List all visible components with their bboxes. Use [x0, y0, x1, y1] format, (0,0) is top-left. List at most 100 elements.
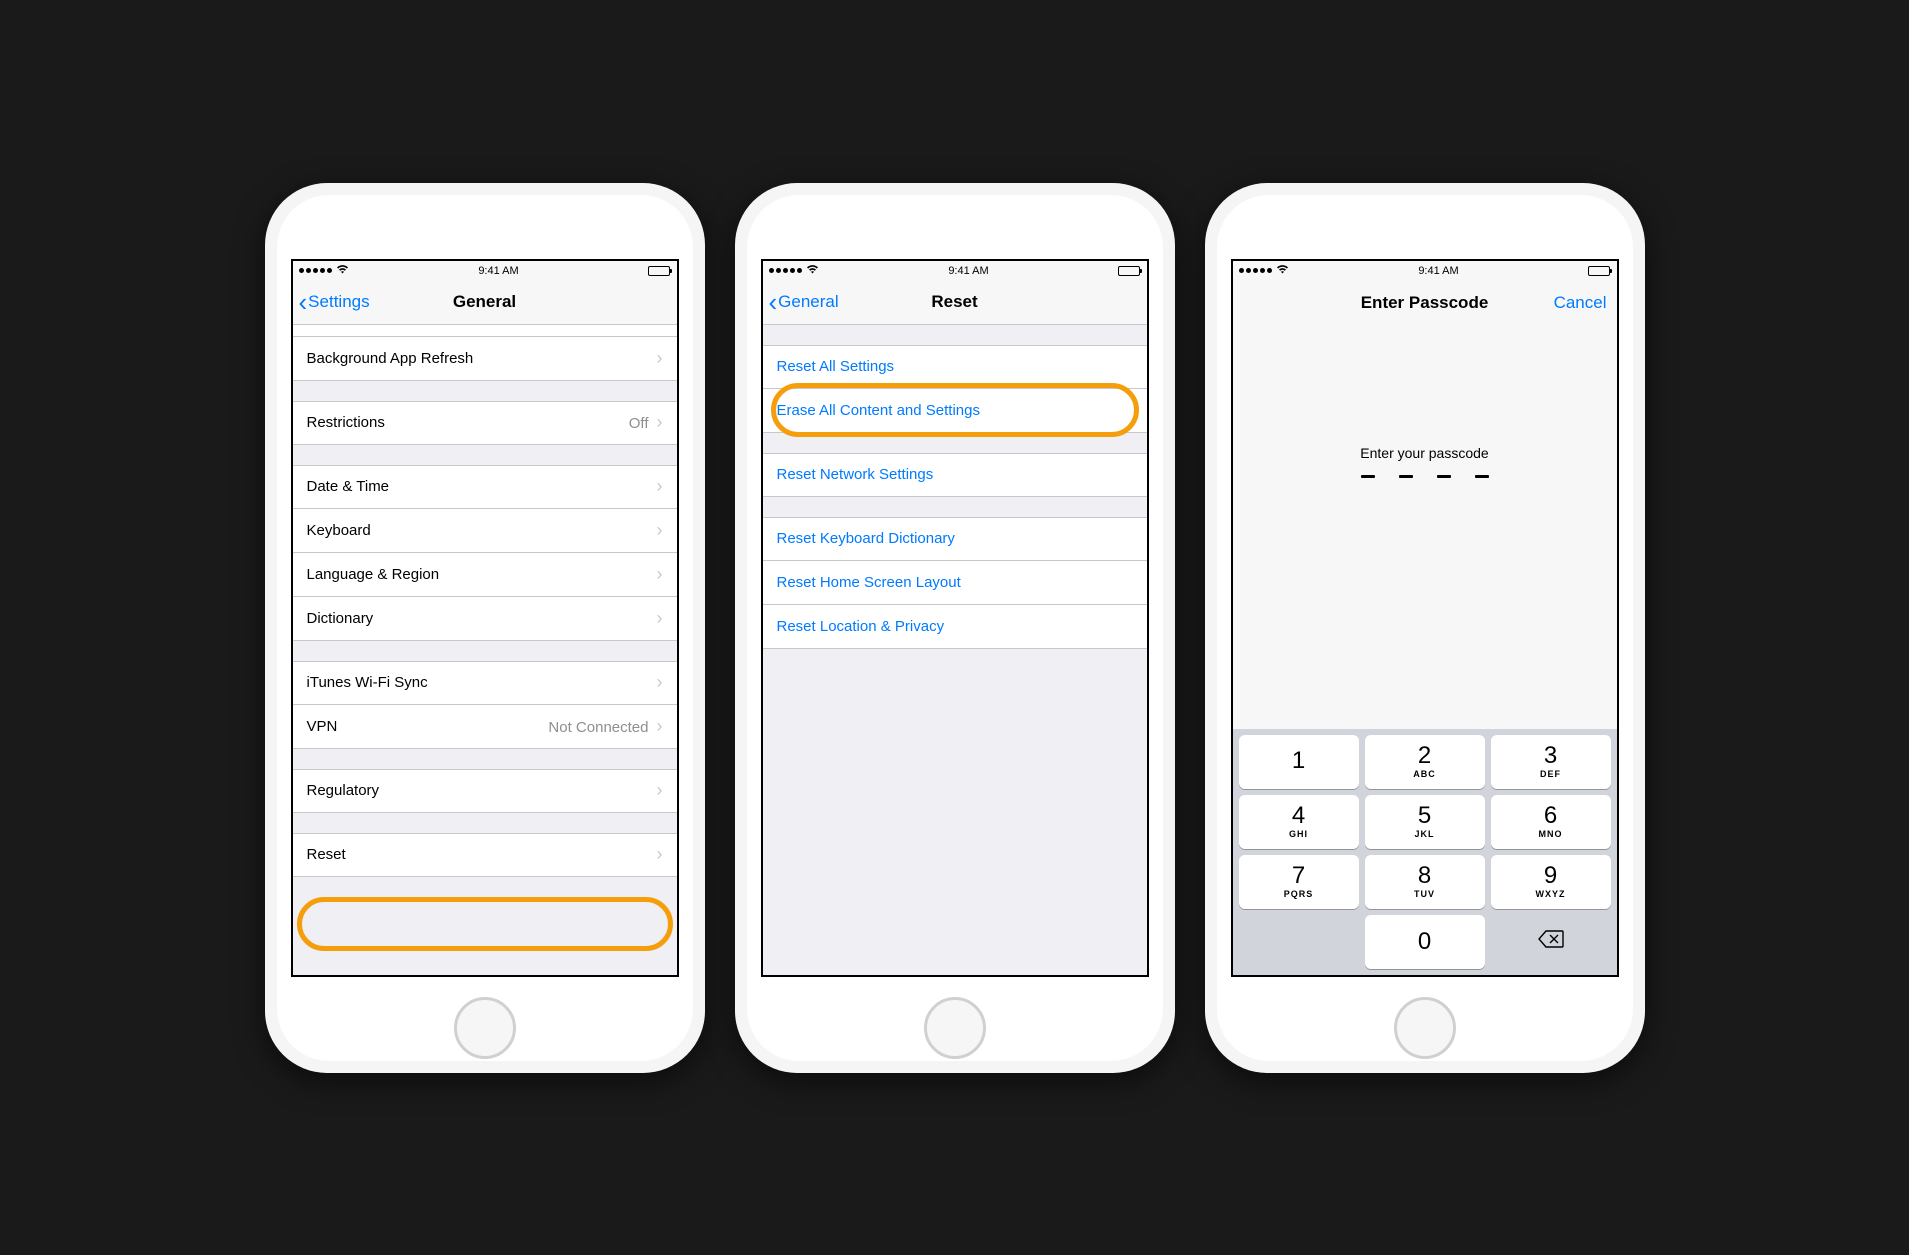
row-itunes-wifi-sync[interactable]: iTunes Wi-Fi Sync › — [293, 661, 677, 705]
screen-reset-menu: 9:41 AM ‹ General Reset Reset All Settin… — [761, 259, 1149, 977]
row-label: Reset — [307, 846, 346, 863]
row-label: Restrictions — [307, 414, 385, 431]
key-4[interactable]: 4GHI — [1239, 795, 1359, 849]
chevron-right-icon: › — [657, 844, 663, 865]
screen-general-settings: 9:41 AM ‹ Settings General Storage & iCl… — [291, 259, 679, 977]
iphone-frame-1: 9:41 AM ‹ Settings General Storage & iCl… — [265, 183, 705, 1073]
settings-list: Storage & iCloud Usage › Background App … — [293, 325, 677, 975]
row-restrictions[interactable]: Restrictions Off › — [293, 401, 677, 445]
key-6[interactable]: 6MNO — [1491, 795, 1611, 849]
row-reset[interactable]: Reset › — [293, 833, 677, 877]
chevron-right-icon: › — [657, 780, 663, 801]
chevron-right-icon: › — [657, 608, 663, 629]
battery-icon — [648, 266, 670, 276]
row-vpn[interactable]: VPN Not Connected › — [293, 705, 677, 749]
row-background-app-refresh[interactable]: Background App Refresh › — [293, 337, 677, 381]
key-9[interactable]: 9WXYZ — [1491, 855, 1611, 909]
iphone-frame-2: 9:41 AM ‹ General Reset Reset All Settin… — [735, 183, 1175, 1073]
row-label: Language & Region — [307, 566, 440, 583]
chevron-right-icon: › — [657, 716, 663, 736]
backspace-icon — [1538, 929, 1564, 954]
row-reset-keyboard-dictionary[interactable]: Reset Keyboard Dictionary — [763, 517, 1147, 561]
row-storage-icloud[interactable]: Storage & iCloud Usage › — [293, 325, 677, 337]
row-erase-all-content[interactable]: Erase All Content and Settings — [763, 389, 1147, 433]
key-blank — [1239, 915, 1359, 969]
signal-dots-icon — [299, 268, 332, 273]
passcode-dashes — [1361, 475, 1489, 478]
key-0[interactable]: 0 — [1365, 915, 1485, 969]
battery-icon — [1118, 266, 1140, 276]
wifi-icon — [806, 264, 819, 277]
row-label: iTunes Wi-Fi Sync — [307, 674, 428, 691]
status-bar: 9:41 AM — [763, 261, 1147, 281]
row-date-time[interactable]: Date & Time › — [293, 465, 677, 509]
signal-dots-icon — [769, 268, 802, 273]
chevron-right-icon: › — [657, 325, 663, 326]
row-label: Reset Keyboard Dictionary — [777, 530, 955, 547]
row-label: Reset Network Settings — [777, 466, 934, 483]
passcode-prompt: Enter your passcode — [1360, 445, 1488, 461]
row-label: VPN — [307, 718, 338, 735]
cancel-button[interactable]: Cancel — [1554, 293, 1607, 313]
home-button[interactable] — [1394, 997, 1456, 1059]
row-dictionary[interactable]: Dictionary › — [293, 597, 677, 641]
row-label: Background App Refresh — [307, 350, 474, 367]
row-label: Erase All Content and Settings — [777, 402, 980, 419]
home-button[interactable] — [454, 997, 516, 1059]
iphone-frame-3: 9:41 AM Enter Passcode Cancel Enter your… — [1205, 183, 1645, 1073]
numeric-keypad: 1 2ABC 3DEF 4GHI 5JKL 6MNO 7PQRS 8TUV 9W… — [1233, 729, 1617, 975]
chevron-left-icon: ‹ — [769, 289, 778, 315]
chevron-left-icon: ‹ — [299, 289, 308, 315]
chevron-right-icon: › — [657, 348, 663, 369]
key-3[interactable]: 3DEF — [1491, 735, 1611, 789]
key-1[interactable]: 1 — [1239, 735, 1359, 789]
row-reset-home-screen-layout[interactable]: Reset Home Screen Layout — [763, 561, 1147, 605]
row-detail: Not Connected — [548, 719, 648, 736]
status-time: 9:41 AM — [948, 265, 988, 277]
key-delete[interactable] — [1491, 915, 1611, 969]
key-7[interactable]: 7PQRS — [1239, 855, 1359, 909]
chevron-right-icon: › — [657, 476, 663, 497]
row-detail: Off — [629, 415, 649, 432]
row-regulatory[interactable]: Regulatory › — [293, 769, 677, 813]
back-label: General — [778, 292, 838, 312]
chevron-right-icon: › — [657, 564, 663, 585]
battery-icon — [1588, 266, 1610, 276]
row-label: Dictionary — [307, 610, 374, 627]
screen-enter-passcode: 9:41 AM Enter Passcode Cancel Enter your… — [1231, 259, 1619, 977]
key-5[interactable]: 5JKL — [1365, 795, 1485, 849]
row-label: Keyboard — [307, 522, 371, 539]
status-time: 9:41 AM — [1418, 265, 1458, 277]
back-button[interactable]: ‹ Settings — [299, 289, 370, 315]
row-keyboard[interactable]: Keyboard › — [293, 509, 677, 553]
reset-list: Reset All Settings Erase All Content and… — [763, 325, 1147, 975]
row-reset-network-settings[interactable]: Reset Network Settings — [763, 453, 1147, 497]
row-language-region[interactable]: Language & Region › — [293, 553, 677, 597]
home-button[interactable] — [924, 997, 986, 1059]
chevron-right-icon: › — [657, 412, 663, 432]
wifi-icon — [336, 264, 349, 277]
row-reset-location-privacy[interactable]: Reset Location & Privacy — [763, 605, 1147, 649]
signal-dots-icon — [1239, 268, 1272, 273]
nav-bar: ‹ General Reset — [763, 281, 1147, 325]
chevron-right-icon: › — [657, 672, 663, 693]
status-bar: 9:41 AM — [1233, 261, 1617, 281]
row-label: Reset Location & Privacy — [777, 618, 945, 635]
nav-bar: Enter Passcode Cancel — [1233, 281, 1617, 325]
status-time: 9:41 AM — [478, 265, 518, 277]
back-label: Settings — [308, 292, 369, 312]
nav-bar: ‹ Settings General — [293, 281, 677, 325]
back-button[interactable]: ‹ General — [769, 289, 839, 315]
highlight-ring — [297, 897, 673, 951]
chevron-right-icon: › — [657, 520, 663, 541]
row-label: Reset All Settings — [777, 358, 895, 375]
status-bar: 9:41 AM — [293, 261, 677, 281]
passcode-body: Enter your passcode — [1233, 325, 1617, 729]
wifi-icon — [1276, 264, 1289, 277]
row-label: Date & Time — [307, 478, 390, 495]
key-8[interactable]: 8TUV — [1365, 855, 1485, 909]
row-label: Reset Home Screen Layout — [777, 574, 961, 591]
row-label: Regulatory — [307, 782, 380, 799]
row-reset-all-settings[interactable]: Reset All Settings — [763, 345, 1147, 389]
key-2[interactable]: 2ABC — [1365, 735, 1485, 789]
